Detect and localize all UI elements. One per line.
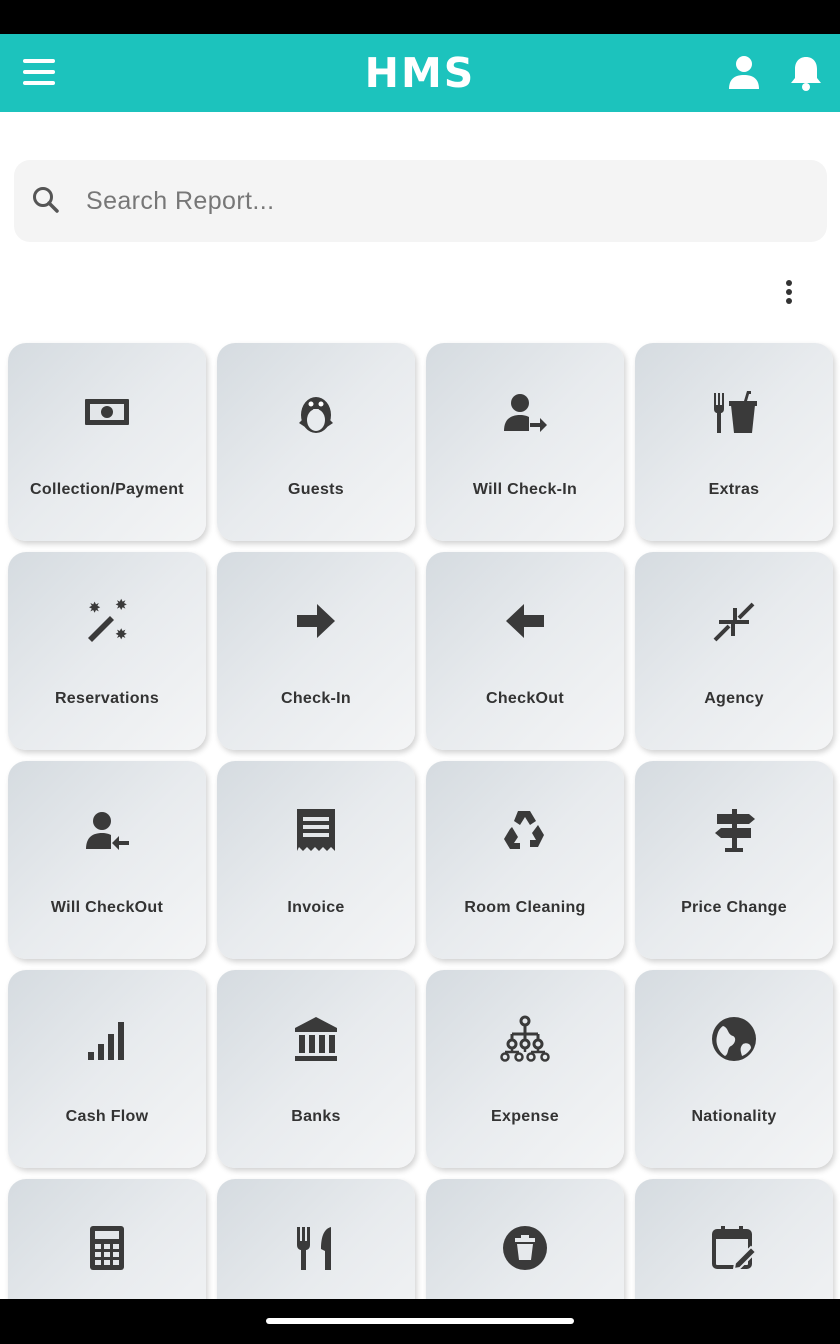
system-nav-bar [0,1299,840,1344]
report-tile-report-20[interactable] [635,1179,833,1299]
hamburger-line [23,81,55,85]
report-tile-label: Will CheckOut [50,899,164,916]
report-tile-report-19[interactable] [426,1179,624,1299]
overflow-menu-button[interactable] [770,272,808,308]
report-tile-label: Price Change [681,899,787,916]
person-arrow-right-icon [504,394,547,432]
more-vert-icon [786,280,792,286]
report-tile-expense[interactable]: Expense [426,970,624,1168]
report-tile-label: Cash Flow [65,1108,149,1125]
report-tile-label: Expense [491,1108,559,1125]
report-tile-price-change[interactable]: Price Change [635,761,833,959]
home-indicator[interactable] [266,1318,574,1324]
report-tile-label: Check-In [281,690,351,707]
report-tile-will-check-in[interactable]: Will Check-In [426,343,624,541]
trash-circle-icon [503,1226,547,1270]
more-vert-dot [786,298,792,304]
report-tile-label: CheckOut [486,690,564,707]
notifications-button[interactable] [784,51,828,95]
recycle-icon [504,811,544,849]
app-bar: HMS [0,34,840,112]
report-tile-label: Room Cleaning [464,899,586,916]
report-tile-label: Will Check-In [472,481,578,498]
search-input[interactable] [86,180,786,222]
report-tile-label: Extras [708,481,760,498]
more-vert-dot [786,289,792,295]
report-tile-agency[interactable]: Agency [635,552,833,750]
calendar-edit-icon [712,1226,758,1271]
report-tile-collection-payment[interactable]: Collection/Payment [8,343,206,541]
report-tile-label: Invoice [287,899,345,916]
report-tile-label: Guests [287,481,345,498]
person-arrow-left-icon [86,812,129,850]
bank-icon [295,1017,337,1061]
globe-icon [712,1017,756,1061]
report-tile-guests[interactable]: Guests [217,343,415,541]
report-tile-label: Agency [704,690,764,707]
report-tile-invoice[interactable]: Invoice [217,761,415,959]
report-tile-checkout[interactable]: CheckOut [426,552,624,750]
bell-icon [791,57,821,91]
receipt-icon [297,809,335,851]
fork-cup-icon [714,391,757,433]
report-tile-room-cleaning[interactable]: Room Cleaning [426,761,624,959]
arrow-right-icon [297,604,335,638]
report-tile-report-17[interactable] [8,1179,206,1299]
search-bar [14,160,827,242]
signpost-icon [715,809,755,852]
money-icon [85,399,129,425]
menu-button[interactable] [14,51,64,95]
report-tile-label: Collection/Payment [30,481,184,498]
profile-button[interactable] [722,51,766,95]
arrow-left-icon [506,604,544,638]
report-tile-extras[interactable]: Extras [635,343,833,541]
penguin-icon [299,397,333,433]
report-tile-label: Nationality [691,1108,777,1125]
app-screen: HMS Collection/Payment Guests Will Check-I… [0,34,840,1299]
report-tile-label: Reservations [54,690,160,707]
person-icon [729,56,759,89]
report-tile-check-in[interactable]: Check-In [217,552,415,750]
report-tile-reservations[interactable]: Reservations [8,552,206,750]
sitemap-icon [500,1015,550,1062]
report-tile-label: Banks [291,1108,341,1125]
hamburger-menu-icon [23,59,55,63]
calculator-icon [90,1226,124,1270]
magic-wand-icon [88,598,127,642]
report-tile-will-checkout[interactable]: Will CheckOut [8,761,206,959]
signal-bars-icon [88,1022,124,1060]
report-tile-banks[interactable]: Banks [217,970,415,1168]
search-icon [33,187,59,213]
compress-arrows-icon [713,602,755,642]
report-tile-report-18[interactable] [217,1179,415,1299]
report-tile-cash-flow[interactable]: Cash Flow [8,970,206,1168]
report-tile-nationality[interactable]: Nationality [635,970,833,1168]
hamburger-line [23,70,55,74]
status-bar [0,0,840,34]
utensils-icon [297,1227,331,1270]
app-title: HMS [364,49,476,97]
